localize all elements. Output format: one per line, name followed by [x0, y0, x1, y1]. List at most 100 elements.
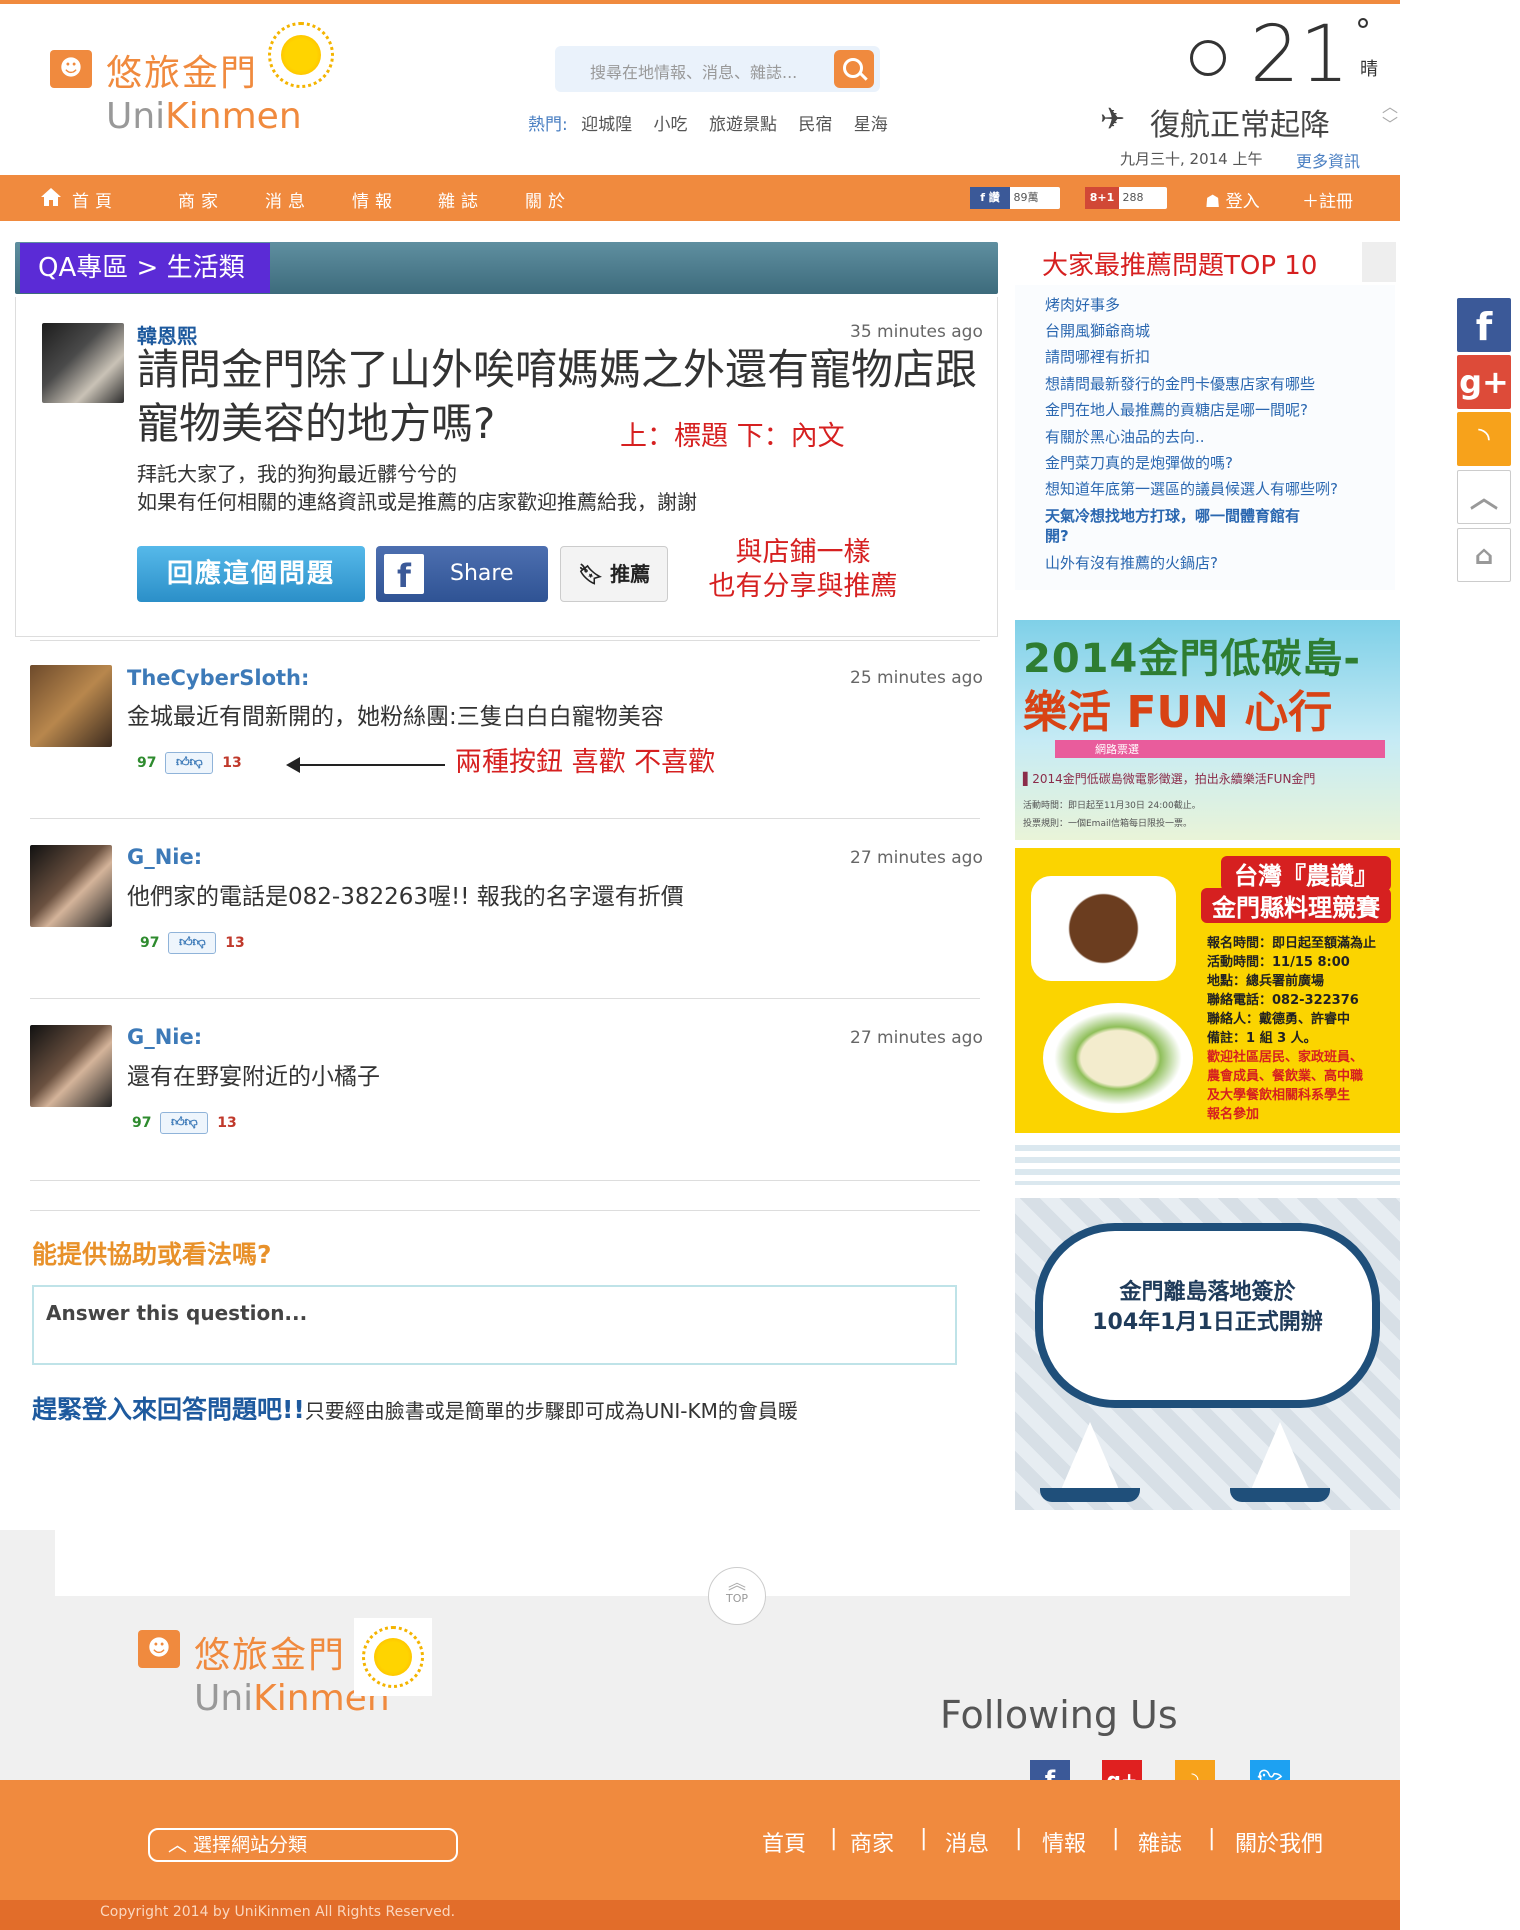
login-link[interactable]: ☗ 登入 [1205, 187, 1260, 212]
like-count: 97 [137, 755, 157, 771]
login-cta[interactable]: 趕緊登入來回答問題吧!!只要經由臉書或是簡單的步驟即可成為UNI-KM的會員䁔 [32, 1390, 798, 1426]
hot-tag[interactable]: 迎城隍 [581, 115, 632, 135]
more-info-link[interactable]: 更多資訊 [1296, 148, 1360, 172]
chevron-updown-icon[interactable]: ︿ ﹀ [1382, 98, 1398, 134]
footer-nav-info[interactable]: 情報 [1042, 1826, 1086, 1858]
hot-tag[interactable]: 星海 [854, 115, 888, 135]
top10-item[interactable]: 金門在地人最推薦的貢糖店是哪一間呢? [1045, 400, 1308, 420]
like-dislike-buttons[interactable]: 👍︎👎︎ [168, 932, 217, 954]
google-plus-icon[interactable]: g+ [1457, 355, 1511, 409]
gplus-button[interactable]: 8+1 288 [1085, 187, 1167, 209]
home-icon[interactable] [40, 187, 62, 207]
top10-item[interactable]: 想請問最新發行的金門卡優惠店家有哪些 [1045, 374, 1315, 394]
page: { "header": { "logo_cn": "悠旅金門", "logo_e… [0, 0, 1520, 1930]
search-input[interactable]: 搜尋在地情報、消息、雜誌... [590, 59, 797, 83]
top10-item[interactable]: 想知道年底第一選區的議員候選人有哪些咧? [1045, 479, 1338, 499]
sailboat-icon [1060, 1422, 1120, 1492]
footer-nav-news[interactable]: 消息 [945, 1826, 989, 1858]
footer-nav-about[interactable]: 關於我們 [1235, 1826, 1323, 1858]
facebook-like-count: 89萬 [1013, 191, 1039, 204]
ad-landing-visa[interactable]: 金門離島落地簽於 104年1月1日正式開辦 [1015, 1198, 1400, 1510]
avatar[interactable] [30, 665, 112, 747]
facebook-like-button[interactable]: f 讚 89萬 [970, 187, 1060, 209]
vote-bar: 97 👍︎👎︎ 13 [137, 752, 242, 774]
facebook-share-button[interactable]: f Share [376, 546, 548, 602]
sidebar-tab[interactable] [1362, 242, 1396, 282]
facebook-icon[interactable]: f [1457, 298, 1511, 352]
main-nav: 首頁 商家 消息 情報 雜誌 關於 f 讚 89萬 8+1 288 ☗ 登入 ＋… [0, 175, 1400, 221]
hot-tag[interactable]: 小吃 [654, 115, 688, 135]
answer-author[interactable]: G_Nie: [127, 845, 202, 869]
search-icon[interactable] [834, 50, 874, 88]
nav-about[interactable]: 關於 [525, 187, 571, 212]
top10-item[interactable]: 有關於黑心油品的去向.. [1045, 427, 1205, 447]
answer-author[interactable]: G_Nie: [127, 1025, 202, 1049]
boat-hull [1040, 1488, 1140, 1502]
home-icon[interactable]: ⌂ [1457, 528, 1511, 582]
dislike-count: 13 [222, 755, 242, 771]
facebook-icon: f [384, 554, 424, 595]
food-image [1031, 876, 1176, 981]
like-dislike-buttons[interactable]: 👍︎👎︎ [165, 752, 214, 774]
top10-item[interactable]: 烤肉好事多 [1045, 295, 1120, 315]
ad2-title-1: 台灣『農讚』 [1221, 856, 1391, 891]
divider [30, 640, 980, 641]
recommend-button[interactable]: 🔖︎ 推薦 [560, 546, 668, 602]
rss-icon[interactable]: ◝ [1457, 412, 1511, 466]
back-to-top-button[interactable]: ︽ TOP [708, 1567, 766, 1625]
ad1-line-3: 投票規則：一個Email信箱每日限投一票。 [1023, 819, 1192, 829]
footer-logo[interactable]: ☻ 悠旅金門 UniKinmen [138, 1618, 438, 1742]
nav-info[interactable]: 情報 [352, 187, 398, 212]
footer-nav-home[interactable]: 首頁 [762, 1826, 806, 1858]
scroll-up-icon[interactable]: ︿ [1457, 470, 1511, 524]
avatar[interactable] [30, 1025, 112, 1107]
top10-item[interactable]: 山外有沒有推薦的火鍋店? [1045, 553, 1218, 573]
top10-item[interactable]: 金門菜刀真的是炮彈做的嗎? [1045, 453, 1233, 473]
top-accent-line [0, 0, 1400, 4]
hot-tag[interactable]: 旅遊景點 [709, 115, 777, 135]
top10-item[interactable]: 請問哪裡有折扣 [1045, 347, 1150, 367]
footer-nav-sep: | [1208, 1826, 1216, 1851]
logo-chinese: 悠旅金門 [106, 53, 259, 94]
nav-home[interactable]: 首頁 [72, 187, 118, 212]
gplus-icon: 8+1 [1085, 187, 1119, 209]
help-title: 能提供協助或看法嗎? [32, 1240, 272, 1269]
ad1-title-2: 樂活 FUN 心行 [1023, 687, 1333, 738]
sailboat-icon [1250, 1422, 1310, 1492]
divider [30, 818, 980, 819]
question-body: 拜託大家了，我的狗狗最近髒兮兮的 如果有任何相關的連絡資訊或是推薦的店家歡迎推薦… [137, 462, 697, 514]
ad-cooking-contest[interactable]: 台灣『農讚』 金門縣料理競賽 報名時間：即日起至額滿為止 活動時間：11/15 … [1015, 848, 1400, 1133]
answer-text: 還有在野宴附近的小橘子 [127, 1064, 380, 1090]
footer-nav-merchants[interactable]: 商家 [850, 1826, 894, 1858]
boat-hull [1230, 1488, 1330, 1502]
search-bar[interactable]: 搜尋在地情報、消息、雜誌... [555, 46, 880, 92]
breadcrumb[interactable]: QA專區 > 生活類 [20, 243, 270, 293]
answer-time: 27 minutes ago [850, 1028, 983, 1048]
reply-button[interactable]: 回應這個問題 [137, 546, 365, 602]
top10-item[interactable]: 天氣冷想找地方打球，哪一間體育館有 [1045, 506, 1300, 526]
avatar[interactable] [30, 845, 112, 927]
answer-author[interactable]: TheCyberSloth: [127, 666, 309, 690]
vote-bar: 97 👍︎👎︎ 13 [140, 932, 245, 954]
site-category-select[interactable]: ︿ 選擇網站分類 [148, 1828, 458, 1862]
degree-symbol: ° [1355, 12, 1371, 50]
like-count: 97 [132, 1115, 152, 1131]
airplane-icon: ✈ [1100, 102, 1126, 137]
ad-low-carbon-island[interactable]: 2014金門低碳島- 樂活 FUN 心行 網路票選 ▌2014金門低碳島微電影徵… [1015, 620, 1400, 840]
nav-magazine[interactable]: 雜誌 [438, 187, 484, 212]
bookmark-icon: 🔖︎ [577, 562, 611, 586]
like-dislike-buttons[interactable]: 👍︎👎︎ [160, 1112, 209, 1134]
ad1-line-2: 活動時間：即日起至11月30日 24:00截止。 [1023, 801, 1201, 811]
register-link[interactable]: ＋註冊 [1302, 187, 1353, 212]
nav-merchants[interactable]: 商家 [178, 187, 224, 212]
top10-item[interactable]: 台開風獅爺商城 [1045, 321, 1150, 341]
nav-news[interactable]: 消息 [265, 187, 311, 212]
logo-english: UniKinmen [106, 96, 302, 137]
answer-text: 金城最近有間新開的，她粉絲團:三隻白白白寵物美容 [127, 704, 664, 730]
top10-item-cont[interactable]: 開? [1045, 526, 1069, 546]
avatar[interactable] [42, 323, 124, 403]
site-logo[interactable]: ☻ 悠旅金門 UniKinmen [50, 22, 350, 150]
footer-nav-magazine[interactable]: 雜誌 [1138, 1826, 1182, 1858]
hot-tag[interactable]: 民宿 [798, 115, 832, 135]
answer-textarea[interactable]: Answer this question... [32, 1285, 957, 1365]
